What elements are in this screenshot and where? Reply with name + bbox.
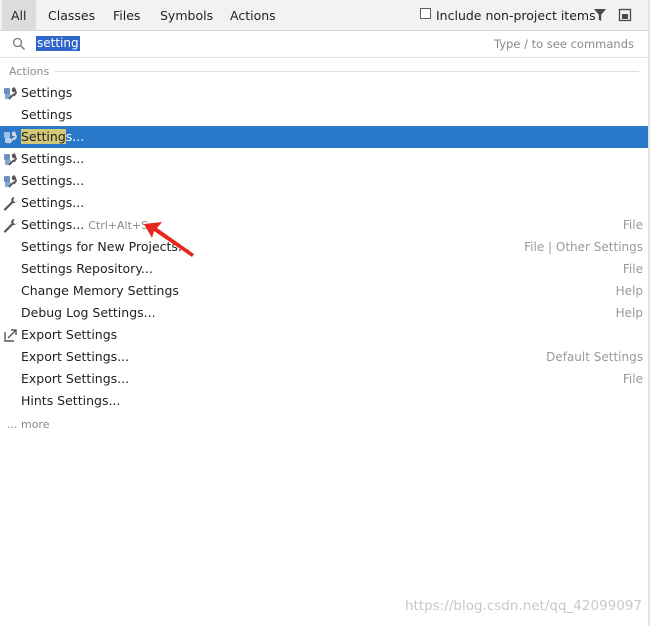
- list-item[interactable]: Hints Settings...: [0, 390, 648, 412]
- list-item-label: Settings...: [21, 173, 85, 188]
- list-item[interactable]: Settings...: [0, 170, 648, 192]
- list-item-label: Settings... Ctrl+Alt+S: [21, 217, 149, 232]
- list-item-label: Export Settings...: [21, 349, 130, 364]
- list-item[interactable]: Export Settings: [0, 324, 648, 346]
- list-item-category: Default Settings: [546, 350, 643, 364]
- list-item-label: Settings...: [21, 151, 85, 166]
- list-item-category: Help: [615, 284, 643, 298]
- shortcut-hint: Ctrl+Alt+S: [88, 219, 149, 232]
- list-item-category: File | Other Settings: [524, 240, 643, 254]
- tab-symbols[interactable]: Symbols: [151, 0, 222, 30]
- preview-toggle-icon[interactable]: [618, 8, 632, 22]
- list-item[interactable]: Settings for New Projects... File | Othe…: [0, 236, 648, 258]
- list-item[interactable]: Settings Repository... File: [0, 258, 648, 280]
- results-list: Settings Settings Settings... Settings..…: [0, 82, 648, 412]
- export-icon: [4, 329, 17, 342]
- list-item-label: Settings: [21, 107, 73, 122]
- list-item-label: Settings...: [21, 195, 85, 210]
- list-item-label: Debug Log Settings...: [21, 305, 156, 320]
- list-item-category: File: [622, 218, 643, 232]
- settings-wrench-icon: [4, 153, 17, 166]
- tab-bar: All Classes Files Symbols Actions Includ…: [0, 0, 648, 31]
- include-non-project-label[interactable]: Include non-project items: [436, 0, 596, 31]
- list-item[interactable]: Debug Log Settings... Help: [0, 302, 648, 324]
- include-non-project-checkbox[interactable]: [420, 8, 431, 19]
- list-item-label: Export Settings: [21, 327, 118, 342]
- tab-files[interactable]: Files: [104, 0, 149, 30]
- list-item[interactable]: Export Settings... Default Settings: [0, 346, 648, 368]
- list-item-label: Hints Settings...: [21, 393, 121, 408]
- list-item[interactable]: Change Memory Settings Help: [0, 280, 648, 302]
- tab-actions[interactable]: Actions: [221, 0, 285, 30]
- list-item-label: Settings...: [21, 129, 85, 144]
- section-header-actions: Actions: [9, 65, 50, 78]
- wrench-icon: [3, 196, 17, 211]
- list-item[interactable]: Settings...: [0, 192, 648, 214]
- tab-classes[interactable]: Classes: [39, 0, 104, 30]
- list-item[interactable]: Settings... Ctrl+Alt+S File: [0, 214, 648, 236]
- settings-wrench-icon: [4, 87, 17, 100]
- list-item-category: File: [622, 372, 643, 386]
- tab-all[interactable]: All: [2, 0, 36, 30]
- wrench-icon: [3, 218, 17, 233]
- list-item-category: Help: [615, 306, 643, 320]
- filter-icon[interactable]: [593, 8, 607, 22]
- list-item[interactable]: Export Settings... File: [0, 368, 648, 390]
- watermark: https://blog.csdn.net/qq_42099097: [405, 598, 643, 614]
- search-bar: setting Type / to see commands: [0, 31, 648, 58]
- list-item-label: Export Settings...: [21, 371, 130, 386]
- search-input[interactable]: setting: [36, 36, 80, 51]
- more-link[interactable]: ... more: [7, 418, 49, 431]
- list-item[interactable]: Settings...: [0, 148, 648, 170]
- list-item-label: Settings Repository...: [21, 261, 153, 276]
- section-divider: [55, 71, 639, 72]
- list-item-label: Change Memory Settings: [21, 283, 179, 298]
- list-item-category: File: [622, 262, 643, 276]
- list-item-label: Settings: [21, 85, 73, 100]
- list-item-selected[interactable]: Settings...: [0, 126, 648, 148]
- settings-wrench-icon: [4, 175, 17, 188]
- annotation-arrow-icon: [144, 222, 194, 257]
- search-hint: Type / to see commands: [494, 37, 634, 51]
- list-item[interactable]: Settings: [0, 104, 648, 126]
- list-item[interactable]: Settings: [0, 82, 648, 104]
- settings-wrench-icon: [4, 131, 17, 144]
- search-icon: [12, 37, 25, 50]
